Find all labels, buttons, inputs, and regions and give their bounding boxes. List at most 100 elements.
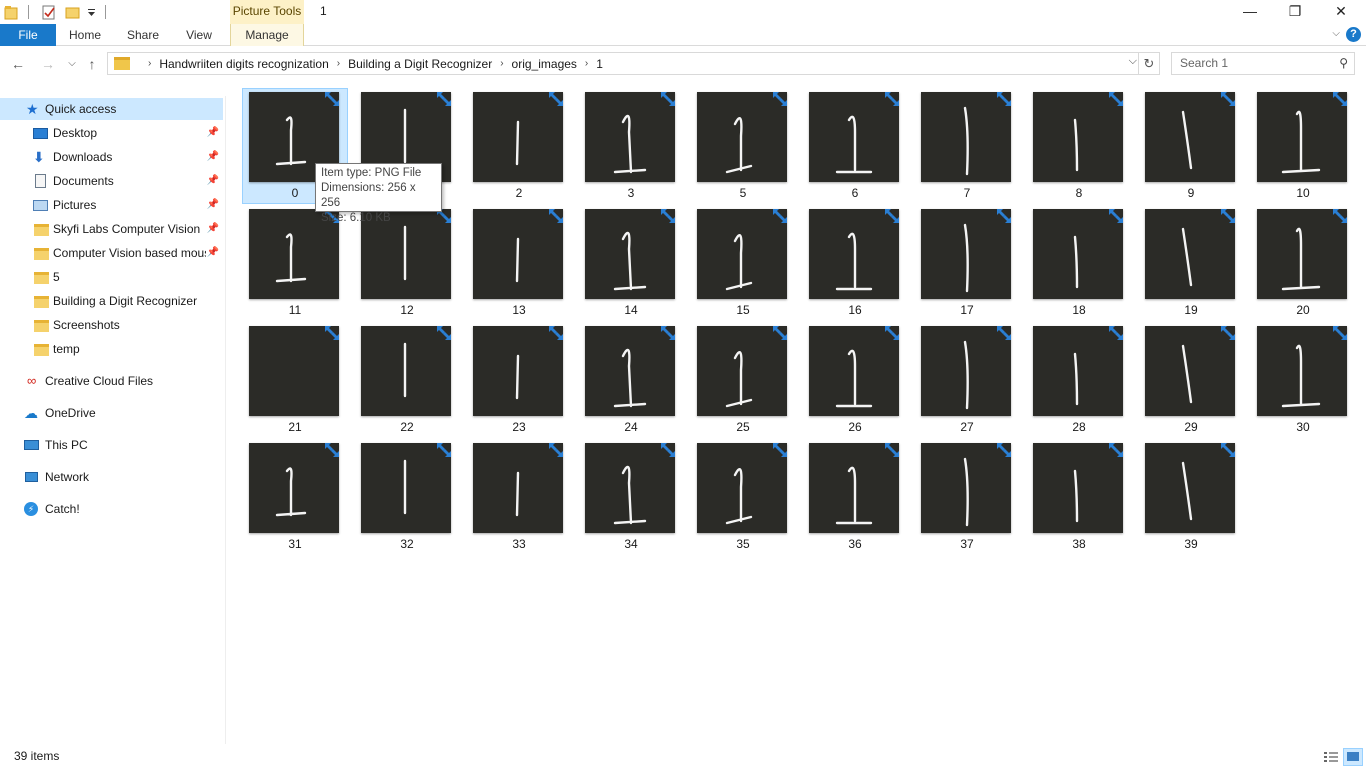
file-tile[interactable]: 31	[242, 439, 346, 553]
file-name[interactable]: 33	[466, 537, 572, 551]
up-button[interactable]: ↑	[82, 54, 102, 74]
file-name[interactable]: 11	[242, 303, 348, 317]
pin-icon[interactable]: 📌	[207, 122, 219, 144]
search-input[interactable]: Search 1 ⚲	[1171, 52, 1355, 75]
recent-locations-chevron-icon[interactable]: ⌵	[62, 54, 82, 74]
file-name[interactable]: 34	[578, 537, 684, 551]
tab-share[interactable]: Share	[120, 24, 166, 46]
nav-downloads[interactable]: ⬇ Downloads 📌	[0, 146, 223, 168]
file-name[interactable]: 21	[242, 420, 348, 434]
pin-icon[interactable]: 📌	[207, 242, 219, 264]
tab-manage[interactable]: Manage	[230, 24, 304, 46]
file-tile[interactable]: 18	[1026, 205, 1130, 319]
minimize-button[interactable]: —	[1227, 0, 1273, 24]
file-name[interactable]: 25	[690, 420, 796, 434]
file-name[interactable]: 26	[802, 420, 908, 434]
file-tile[interactable]: 3	[578, 88, 682, 202]
file-name[interactable]: 5	[690, 186, 796, 200]
file-tile[interactable]: 36	[802, 439, 906, 553]
nav-screenshots[interactable]: Screenshots	[0, 314, 223, 336]
breadcrumb-handwriting[interactable]: Handwriiten digits recognization	[159, 57, 328, 71]
pin-icon[interactable]: 📌	[207, 146, 219, 168]
file-name[interactable]: 32	[354, 537, 460, 551]
file-name[interactable]: 10	[1250, 186, 1356, 200]
chevron-right-icon[interactable]: ›	[337, 58, 340, 69]
back-button[interactable]: ←	[8, 54, 28, 74]
file-tile[interactable]: 15	[690, 205, 794, 319]
file-tile[interactable]: 21	[242, 322, 346, 436]
file-name[interactable]: 22	[354, 420, 460, 434]
file-tile[interactable]: 35	[690, 439, 794, 553]
pin-icon[interactable]: 📌	[207, 218, 219, 240]
file-name[interactable]: 3	[578, 186, 684, 200]
breadcrumb-orig-images[interactable]: orig_images	[512, 57, 577, 71]
file-name[interactable]: 37	[914, 537, 1020, 551]
nav-this-pc[interactable]: This PC	[0, 434, 223, 456]
file-tile[interactable]: 14	[578, 205, 682, 319]
file-name[interactable]: 7	[914, 186, 1020, 200]
file-name[interactable]: 20	[1250, 303, 1356, 317]
nav-onedrive[interactable]: ☁ OneDrive	[0, 402, 223, 424]
tab-view[interactable]: View	[176, 24, 222, 46]
file-tile[interactable]: 24	[578, 322, 682, 436]
file-tile[interactable]: 9	[1138, 88, 1242, 202]
refresh-icon[interactable]: ↻	[1138, 53, 1159, 74]
address-bar[interactable]: › Handwriiten digits recognization › Bui…	[107, 52, 1160, 75]
file-tile[interactable]: 7	[914, 88, 1018, 202]
file-tile[interactable]: 39	[1138, 439, 1242, 553]
nav-network[interactable]: Network	[0, 466, 223, 488]
nav-catch[interactable]: ⚡ Catch!	[0, 498, 223, 520]
file-name[interactable]: 39	[1138, 537, 1244, 551]
file-name[interactable]: 6	[802, 186, 908, 200]
file-name[interactable]: 14	[578, 303, 684, 317]
file-name[interactable]: 18	[1026, 303, 1132, 317]
file-name[interactable]: 27	[914, 420, 1020, 434]
folder-small-icon[interactable]	[4, 4, 20, 20]
file-tile[interactable]: 25	[690, 322, 794, 436]
tab-home[interactable]: Home	[62, 24, 108, 46]
file-tile[interactable]: 22	[354, 322, 458, 436]
chevron-right-icon[interactable]: ›	[500, 58, 503, 69]
file-tile[interactable]: 17	[914, 205, 1018, 319]
nav-creative-cloud[interactable]: ∞ Creative Cloud Files	[0, 370, 223, 392]
large-icons-view-icon[interactable]	[1343, 748, 1363, 766]
file-tile[interactable]: 19	[1138, 205, 1242, 319]
file-tile[interactable]: 6	[802, 88, 906, 202]
maximize-button[interactable]: ❐	[1272, 0, 1318, 24]
file-tile[interactable]: 32	[354, 439, 458, 553]
file-tile[interactable]: 33	[466, 439, 570, 553]
file-name[interactable]: 23	[466, 420, 572, 434]
file-name[interactable]: 9	[1138, 186, 1244, 200]
file-name[interactable]: 2	[466, 186, 572, 200]
file-name[interactable]: 35	[690, 537, 796, 551]
file-name[interactable]: 29	[1138, 420, 1244, 434]
file-tile[interactable]: 20	[1250, 205, 1354, 319]
file-tile[interactable]: 10	[1250, 88, 1354, 202]
new-folder-icon[interactable]	[65, 4, 81, 20]
file-tile[interactable]: 26	[802, 322, 906, 436]
properties-icon[interactable]	[41, 4, 57, 20]
file-name[interactable]: 17	[914, 303, 1020, 317]
address-history-chevron-icon[interactable]: ⌵	[1129, 55, 1137, 68]
help-icon[interactable]: ?	[1346, 27, 1361, 42]
nav-computer-vision[interactable]: Computer Vision based mous 📌	[0, 242, 223, 264]
nav-pictures[interactable]: Pictures 📌	[0, 194, 223, 216]
file-name[interactable]: 13	[466, 303, 572, 317]
file-name[interactable]: 30	[1250, 420, 1356, 434]
customize-toolbar-icon[interactable]	[87, 4, 97, 20]
nav-desktop[interactable]: Desktop 📌	[0, 122, 223, 144]
pin-icon[interactable]: 📌	[207, 170, 219, 192]
breadcrumb-current[interactable]: 1	[596, 57, 603, 71]
file-name[interactable]: 38	[1026, 537, 1132, 551]
nav-folder-5[interactable]: 5	[0, 266, 223, 288]
file-tile[interactable]: 28	[1026, 322, 1130, 436]
file-tile[interactable]: 23	[466, 322, 570, 436]
file-tile[interactable]: 13	[466, 205, 570, 319]
file-name[interactable]: 36	[802, 537, 908, 551]
file-tile[interactable]: 38	[1026, 439, 1130, 553]
file-name[interactable]: 15	[690, 303, 796, 317]
file-tile[interactable]: 8	[1026, 88, 1130, 202]
chevron-right-icon[interactable]: ›	[148, 58, 151, 69]
file-tile[interactable]: 2	[466, 88, 570, 202]
file-name[interactable]: 16	[802, 303, 908, 317]
